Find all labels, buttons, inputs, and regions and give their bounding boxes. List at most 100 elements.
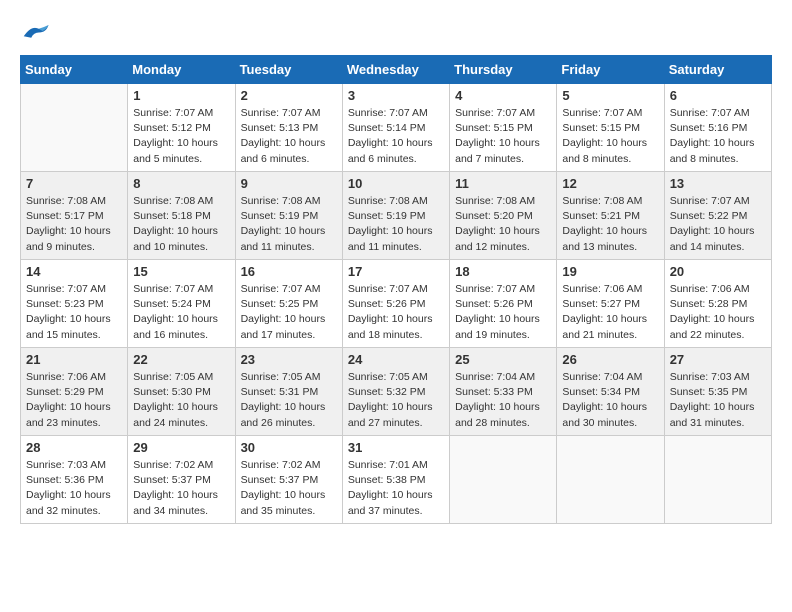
day-number: 12 xyxy=(562,176,658,191)
day-info: Sunrise: 7:07 AMSunset: 5:23 PMDaylight:… xyxy=(26,282,122,343)
daylight-text: Daylight: 10 hours and 6 minutes. xyxy=(348,136,444,166)
calendar-cell: 23Sunrise: 7:05 AMSunset: 5:31 PMDayligh… xyxy=(235,348,342,436)
day-number: 17 xyxy=(348,264,444,279)
calendar-cell: 7 Sunrise: 7:08 AMSunset: 5:17 PMDaylight… xyxy=(21,172,128,260)
sunset-text: Sunset: 5:26 PM xyxy=(455,297,551,312)
calendar-cell: 17Sunrise: 7:07 AMSunset: 5:26 PMDayligh… xyxy=(342,260,449,348)
header-monday: Monday xyxy=(128,56,235,84)
sunset-text: Sunset: 5:18 PM xyxy=(133,209,229,224)
day-number: 7 xyxy=(26,176,122,191)
day-number: 19 xyxy=(562,264,658,279)
sunrise-text: Sunrise: 7:08 AM xyxy=(455,194,551,209)
day-info: Sunrise: 7:08 AMSunset: 5:19 PMDaylight:… xyxy=(348,194,444,255)
day-number: 30 xyxy=(241,440,337,455)
sunset-text: Sunset: 5:17 PM xyxy=(26,209,122,224)
sunset-text: Sunset: 5:38 PM xyxy=(348,473,444,488)
sunrise-text: Sunrise: 7:06 AM xyxy=(670,282,766,297)
day-info: Sunrise: 7:05 AMSunset: 5:32 PMDaylight:… xyxy=(348,370,444,431)
day-info: Sunrise: 7:07 AMSunset: 5:13 PMDaylight:… xyxy=(241,106,337,167)
daylight-text: Daylight: 10 hours and 9 minutes. xyxy=(26,224,122,254)
calendar-week-row: 21 Sunrise: 7:06 AMSunset: 5:29 PMDayligh… xyxy=(21,348,772,436)
daylight-text: Daylight: 10 hours and 16 minutes. xyxy=(133,312,229,342)
sunset-text: Sunset: 5:21 PM xyxy=(562,209,658,224)
day-number: 29 xyxy=(133,440,229,455)
sunset-text: Sunset: 5:33 PM xyxy=(455,385,551,400)
sunset-text: Sunset: 5:31 PM xyxy=(241,385,337,400)
day-number: 25 xyxy=(455,352,551,367)
day-number: 10 xyxy=(348,176,444,191)
day-number: 6 xyxy=(670,88,766,103)
sunrise-text: Sunrise: 7:04 AM xyxy=(455,370,551,385)
sunset-text: Sunset: 5:23 PM xyxy=(26,297,122,312)
sunrise-text: Sunrise: 7:06 AM xyxy=(26,370,122,385)
day-number: 18 xyxy=(455,264,551,279)
calendar-week-row: 1Sunrise: 7:07 AMSunset: 5:12 PMDaylight… xyxy=(21,84,772,172)
calendar-cell xyxy=(557,436,664,524)
day-number: 21 xyxy=(26,352,122,367)
calendar-cell: 5Sunrise: 7:07 AMSunset: 5:15 PMDaylight… xyxy=(557,84,664,172)
daylight-text: Daylight: 10 hours and 19 minutes. xyxy=(455,312,551,342)
day-info: Sunrise: 7:08 AMSunset: 5:21 PMDaylight:… xyxy=(562,194,658,255)
daylight-text: Daylight: 10 hours and 22 minutes. xyxy=(670,312,766,342)
calendar-cell: 2Sunrise: 7:07 AMSunset: 5:13 PMDaylight… xyxy=(235,84,342,172)
calendar-cell xyxy=(664,436,771,524)
calendar-cell: 24 Sunrise: 7:05 AMSunset: 5:32 PMDayligh… xyxy=(342,348,449,436)
sunset-text: Sunset: 5:15 PM xyxy=(455,121,551,136)
calendar-cell: 14Sunrise: 7:07 AMSunset: 5:23 PMDayligh… xyxy=(21,260,128,348)
day-number: 28 xyxy=(26,440,122,455)
day-info: Sunrise: 7:07 AMSunset: 5:15 PMDaylight:… xyxy=(562,106,658,167)
sunset-text: Sunset: 5:19 PM xyxy=(348,209,444,224)
calendar-cell: 29Sunrise: 7:02 AMSunset: 5:37 PMDayligh… xyxy=(128,436,235,524)
day-number: 23 xyxy=(241,352,337,367)
calendar-table: SundayMondayTuesdayWednesdayThursdayFrid… xyxy=(20,55,772,524)
day-info: Sunrise: 7:06 AMSunset: 5:28 PMDaylight:… xyxy=(670,282,766,343)
sunrise-text: Sunrise: 7:07 AM xyxy=(562,106,658,121)
sunset-text: Sunset: 5:32 PM xyxy=(348,385,444,400)
calendar-cell: 19 Sunrise: 7:06 AMSunset: 5:27 PMDayligh… xyxy=(557,260,664,348)
day-number: 31 xyxy=(348,440,444,455)
daylight-text: Daylight: 10 hours and 12 minutes. xyxy=(455,224,551,254)
day-info: Sunrise: 7:07 AMSunset: 5:16 PMDaylight:… xyxy=(670,106,766,167)
calendar-cell: 8Sunrise: 7:08 AMSunset: 5:18 PMDaylight… xyxy=(128,172,235,260)
day-info: Sunrise: 7:04 AMSunset: 5:34 PMDaylight:… xyxy=(562,370,658,431)
sunset-text: Sunset: 5:13 PM xyxy=(241,121,337,136)
daylight-text: Daylight: 10 hours and 5 minutes. xyxy=(133,136,229,166)
calendar-cell: 1Sunrise: 7:07 AMSunset: 5:12 PMDaylight… xyxy=(128,84,235,172)
day-info: Sunrise: 7:08 AMSunset: 5:17 PMDaylight:… xyxy=(26,194,122,255)
daylight-text: Daylight: 10 hours and 24 minutes. xyxy=(133,400,229,430)
calendar-cell: 27Sunrise: 7:03 AMSunset: 5:35 PMDayligh… xyxy=(664,348,771,436)
sunrise-text: Sunrise: 7:07 AM xyxy=(26,282,122,297)
calendar-cell: 31Sunrise: 7:01 AMSunset: 5:38 PMDayligh… xyxy=(342,436,449,524)
daylight-text: Daylight: 10 hours and 23 minutes. xyxy=(26,400,122,430)
day-number: 15 xyxy=(133,264,229,279)
day-info: Sunrise: 7:06 AMSunset: 5:27 PMDaylight:… xyxy=(562,282,658,343)
day-number: 27 xyxy=(670,352,766,367)
sunset-text: Sunset: 5:16 PM xyxy=(670,121,766,136)
sunrise-text: Sunrise: 7:07 AM xyxy=(348,282,444,297)
calendar-cell: 9Sunrise: 7:08 AMSunset: 5:19 PMDaylight… xyxy=(235,172,342,260)
calendar-cell: 11Sunrise: 7:08 AMSunset: 5:20 PMDayligh… xyxy=(450,172,557,260)
logo-icon xyxy=(20,20,50,45)
calendar-cell: 28Sunrise: 7:03 AMSunset: 5:36 PMDayligh… xyxy=(21,436,128,524)
day-info: Sunrise: 7:02 AMSunset: 5:37 PMDaylight:… xyxy=(241,458,337,519)
calendar-cell: 13Sunrise: 7:07 AMSunset: 5:22 PMDayligh… xyxy=(664,172,771,260)
day-info: Sunrise: 7:07 AMSunset: 5:25 PMDaylight:… xyxy=(241,282,337,343)
day-number: 24 xyxy=(348,352,444,367)
header-friday: Friday xyxy=(557,56,664,84)
day-number: 4 xyxy=(455,88,551,103)
daylight-text: Daylight: 10 hours and 10 minutes. xyxy=(133,224,229,254)
daylight-text: Daylight: 10 hours and 8 minutes. xyxy=(562,136,658,166)
calendar-week-row: 14Sunrise: 7:07 AMSunset: 5:23 PMDayligh… xyxy=(21,260,772,348)
calendar-cell: 10 Sunrise: 7:08 AMSunset: 5:19 PMDayligh… xyxy=(342,172,449,260)
sunrise-text: Sunrise: 7:05 AM xyxy=(241,370,337,385)
daylight-text: Daylight: 10 hours and 37 minutes. xyxy=(348,488,444,518)
day-info: Sunrise: 7:06 AMSunset: 5:29 PMDaylight:… xyxy=(26,370,122,431)
daylight-text: Daylight: 10 hours and 35 minutes. xyxy=(241,488,337,518)
daylight-text: Daylight: 10 hours and 31 minutes. xyxy=(670,400,766,430)
page-header xyxy=(20,20,772,45)
sunset-text: Sunset: 5:14 PM xyxy=(348,121,444,136)
sunset-text: Sunset: 5:35 PM xyxy=(670,385,766,400)
calendar-cell: 18Sunrise: 7:07 AMSunset: 5:26 PMDayligh… xyxy=(450,260,557,348)
calendar-cell: 22Sunrise: 7:05 AMSunset: 5:30 PMDayligh… xyxy=(128,348,235,436)
calendar-cell: 12 Sunrise: 7:08 AMSunset: 5:21 PMDayligh… xyxy=(557,172,664,260)
